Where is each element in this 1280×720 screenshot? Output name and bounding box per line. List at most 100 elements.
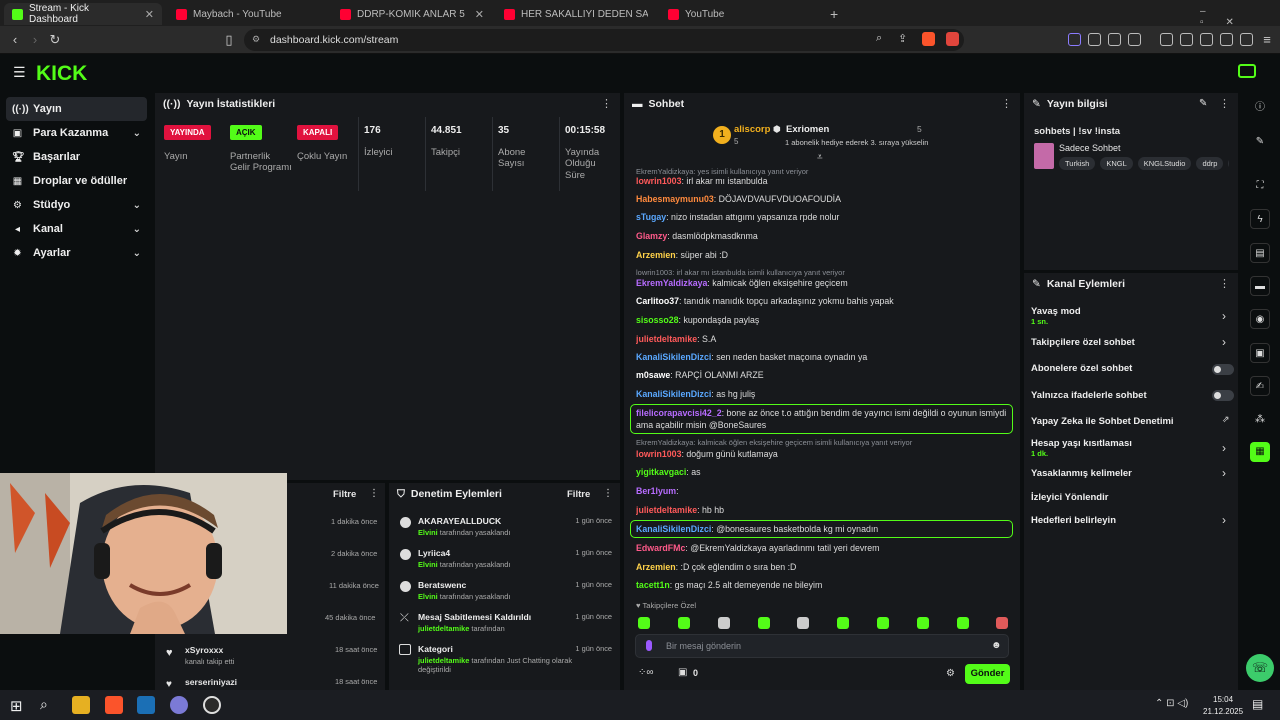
layers-icon[interactable]: ▣ <box>1250 343 1270 363</box>
brave-icon[interactable] <box>105 696 123 714</box>
extension-icon[interactable] <box>1068 33 1081 46</box>
document-icon[interactable]: ▤ <box>1250 243 1270 263</box>
share-icon[interactable]: ⇪ <box>898 32 907 45</box>
bookmark-icon[interactable]: ▯ <box>220 31 238 49</box>
emote-icon[interactable] <box>917 617 929 629</box>
chat-username[interactable]: julietdeltamike <box>636 334 697 344</box>
emote-icon[interactable] <box>758 617 770 629</box>
fullscreen-icon[interactable]: ⛶ <box>1250 176 1270 196</box>
modlog-row[interactable]: AKARAYEALLDUCK Elvini tarafından yasakla… <box>396 516 618 546</box>
chat-username[interactable]: Carlitoo37 <box>636 296 679 306</box>
chat-username[interactable]: Arzemien <box>636 562 676 572</box>
vpn-icon[interactable] <box>1220 33 1233 46</box>
chat-message[interactable]: m0sawe: RAPÇİ OLANMI ARZE <box>636 370 1016 380</box>
sidebar-item-basarilar[interactable]: 🏆︎ Başarılar <box>6 145 147 169</box>
category-name[interactable]: Sadece Sohbet <box>1059 143 1121 153</box>
window-controls[interactable]: –▫✕ <box>1200 6 1280 28</box>
activity-row[interactable]: ♥ xSyroxxx kanalı takip etti 18 saat önc… <box>163 645 379 673</box>
tab-ddrp[interactable]: DDRP-KOMIK ANLAR 5 / EDITLI ✕ <box>332 3 492 25</box>
modlog-row[interactable]: Lyriica4 Elvini tarafından yasaklandı 1 … <box>396 548 618 578</box>
chat-message[interactable]: Carlitoo37: tanıdık manıdık topçu arkada… <box>636 296 1016 306</box>
action-banned-words[interactable]: Yasaklanmış kelimeler <box>1031 468 1132 479</box>
chat-message[interactable]: lowrin1003: irl akar mı istanbulda <box>636 176 1016 186</box>
emoji-icon[interactable]: ☻ <box>991 640 1002 651</box>
chat-username[interactable]: m0sawe <box>636 370 670 380</box>
chat-message[interactable]: yigitkavgaci: as <box>636 467 1016 477</box>
chat-input[interactable]: Bir mesaj gönderin ☻ <box>635 634 1009 658</box>
more-options-icon[interactable]: ⋮ <box>601 97 612 110</box>
chat-message[interactable]: KanaliSikilenDizci: sen neden basket maç… <box>636 352 1016 362</box>
more-options-icon[interactable]: ⋮ <box>1219 97 1230 110</box>
emote-icon[interactable] <box>797 617 809 629</box>
site-info-icon[interactable]: ⚙ <box>252 34 260 45</box>
send-button[interactable]: Gönder <box>965 664 1010 684</box>
steam-icon[interactable] <box>137 696 155 714</box>
reader-icon[interactable] <box>1128 33 1141 46</box>
tab-youtube[interactable]: YouTube <box>660 3 820 25</box>
action-emote-only[interactable]: Yalnızca ifadelerle sohbet <box>1031 390 1147 401</box>
tab-her-sakalliyi[interactable]: HER SAKALLIYI DEDEN SANMA | 5Sn <box>496 3 656 25</box>
subscribers-only-toggle[interactable] <box>1212 364 1234 375</box>
expand-icon[interactable]: ⩡ <box>817 152 823 163</box>
wrench-icon[interactable]: ✍ <box>1250 376 1270 396</box>
chat-username[interactable]: sisosso28 <box>636 315 679 325</box>
tag-chip[interactable]: ddrp <box>1196 157 1224 170</box>
chat-message[interactable]: KanaliSikilenDizci: as hg juliş <box>636 389 1016 399</box>
chat-username[interactable]: KanaliSikilenDizci <box>636 389 711 399</box>
flash-icon[interactable]: ϟ <box>1250 209 1270 229</box>
tag-chip[interactable]: g <box>1228 157 1229 170</box>
people-icon[interactable]: ⁂ <box>1250 410 1270 430</box>
chat-message[interactable]: Arzemien: :D çok eğlendim o sıra ben :D <box>636 562 1016 572</box>
notification-icon[interactable]: ▤ <box>1252 697 1263 711</box>
edit-icon[interactable]: ✎ <box>1199 98 1207 109</box>
external-link-icon[interactable]: ⇗ <box>1222 414 1230 425</box>
emote-only-toggle[interactable] <box>1212 390 1234 401</box>
chevron-right-icon[interactable]: › <box>1222 309 1226 323</box>
chat-message[interactable]: sisosso28: kupondaşda paylaş <box>636 315 1016 325</box>
shield-icon[interactable] <box>1240 33 1253 46</box>
chevron-right-icon[interactable]: › <box>1222 441 1226 455</box>
help-chat-icon[interactable]: ☏ <box>1246 654 1274 682</box>
chevron-right-icon[interactable]: › <box>1222 466 1226 480</box>
sidebar-item-droplar[interactable]: ▦ Droplar ve ödüller <box>6 169 147 193</box>
chat-message[interactable]: sTugay: nizo instadan attıgımı yapsanıza… <box>636 212 1016 222</box>
action-host[interactable]: İzleyici Yönlendir <box>1031 492 1108 503</box>
hamburger-menu-icon[interactable]: ☰ <box>13 64 26 81</box>
chat-username[interactable]: EkremYaldizkaya <box>636 278 707 288</box>
chat-bubble-icon[interactable]: ▬ <box>1250 276 1270 296</box>
emote-icon[interactable] <box>957 617 969 629</box>
chat-message[interactable]: EdwardFMc: @EkremYaldizkaya ayarladınmı … <box>636 543 1016 553</box>
chat-message[interactable]: EkremYaldizkaya: kalmicak öğlen eksişehi… <box>636 278 1016 288</box>
broadcast-icon[interactable]: ◉ <box>1250 309 1270 329</box>
modlog-row[interactable]: Beratswenc Elvini tarafından yasaklandı … <box>396 580 618 610</box>
more-options-icon[interactable]: ⋮ <box>369 488 379 499</box>
action-slow-mode[interactable]: Yavaş mod 1 sn. <box>1031 306 1081 326</box>
more-options-icon[interactable]: ⋮ <box>1001 97 1012 110</box>
chat-username[interactable]: julietdeltamike <box>636 505 697 515</box>
chat-username[interactable]: EdwardFMc <box>636 543 685 553</box>
forward-icon[interactable]: › <box>26 31 44 49</box>
tab-kick-dashboard[interactable]: Stream - Kick Dashboard ✕ <box>4 3 162 25</box>
sidebar-item-ayarlar[interactable]: ✹ Ayarlar ⌄ <box>6 241 147 265</box>
top-member-name[interactable]: Exriomen <box>786 124 829 135</box>
close-tab-icon[interactable]: ✕ <box>475 8 484 21</box>
windows-start-icon[interactable]: ⊞ <box>10 697 23 715</box>
close-tab-icon[interactable]: ✕ <box>145 8 154 21</box>
activity-row[interactable]: ♥ serseriniyazi 18 saat önce <box>163 677 379 691</box>
add-widget-icon[interactable]: ▦ <box>1250 442 1270 462</box>
more-options-icon[interactable]: ⋮ <box>1219 277 1230 290</box>
emote-icon[interactable] <box>996 617 1008 629</box>
points-icon[interactable]: ⁘∞ <box>638 667 654 678</box>
gift-box-icon[interactable]: ▣ <box>678 667 687 678</box>
chevron-right-icon[interactable]: › <box>1222 335 1226 349</box>
sidebar-item-studyo[interactable]: ⚙ Stüdyo ⌄ <box>6 193 147 217</box>
chat-username[interactable]: tacett1n <box>636 580 670 590</box>
reload-icon[interactable]: ↻ <box>46 31 64 49</box>
filter-button[interactable]: Filtre <box>567 489 590 500</box>
sidebar-item-kanal[interactable]: ◂ Kanal ⌄ <box>6 217 147 241</box>
action-ai-moderation[interactable]: Yapay Zeka ile Sohbet Denetimi <box>1031 416 1174 427</box>
menu-icon[interactable]: ≡ <box>1258 31 1276 49</box>
pencil-icon[interactable]: ✎ <box>1250 132 1270 152</box>
info-icon[interactable]: ⓘ <box>1250 98 1270 118</box>
top-gifter-name[interactable]: aliscorp <box>734 124 770 135</box>
